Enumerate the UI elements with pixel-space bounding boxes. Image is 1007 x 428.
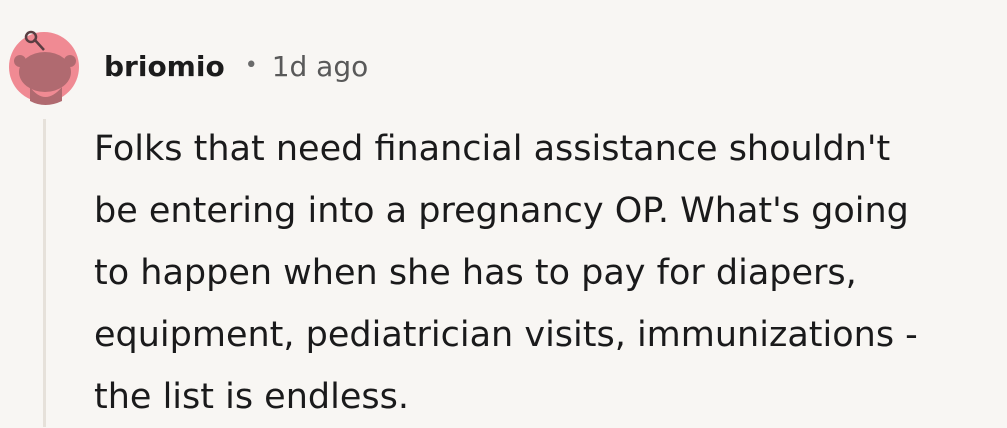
comment-body-line: equipment, pediatrician visits, immuniza… (94, 315, 918, 355)
meta-separator: • (244, 52, 258, 78)
thread-collapse-line[interactable] (43, 119, 46, 427)
username-link[interactable]: briomio (104, 50, 225, 83)
comment-body-line: Folks that need financial assistance sho… (94, 129, 891, 169)
comment-timestamp[interactable]: 1d ago (272, 50, 369, 83)
comment-body-line: the list is endless. (94, 377, 409, 417)
user-avatar-icon[interactable] (8, 17, 80, 109)
reddit-snoo-avatar-icon (9, 30, 79, 105)
comment-header: briomio • 1d ago (104, 44, 368, 88)
comment-body-line: to happen when she has to pay for diaper… (94, 253, 857, 293)
comment: briomio • 1d ago Folks that need financi… (0, 0, 1007, 427)
comment-body: Folks that need financial assistance sho… (94, 118, 994, 428)
comment-body-line: be entering into a pregnancy OP. What's … (94, 191, 909, 231)
